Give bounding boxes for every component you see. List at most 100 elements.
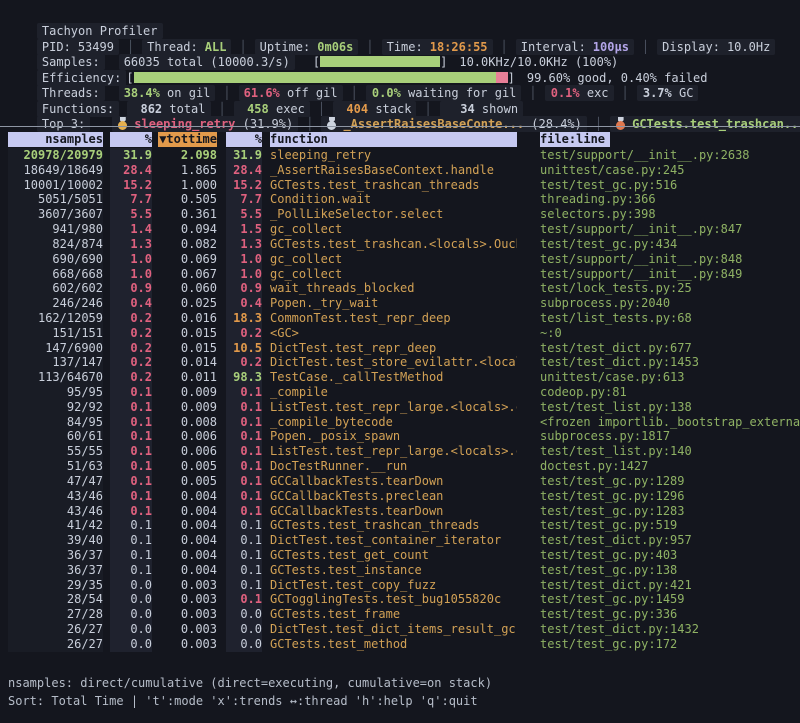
cell-percent-cumulative: 1.0 bbox=[226, 267, 262, 282]
cell-percent-direct: 1.0 bbox=[110, 252, 152, 267]
top3-item: _AssertRaisesBaseConte... (28.4%) bbox=[321, 116, 586, 132]
table-row: 39/400.10.0040.1DictTest.test_container_… bbox=[0, 533, 800, 548]
cell-function: GCCallbackTests.tearDown bbox=[270, 504, 517, 519]
cell-percent-cumulative: 1.3 bbox=[226, 237, 262, 252]
divider: │ bbox=[595, 117, 602, 131]
table-row: 26/270.00.0030.0GCTests.test_methodtest/… bbox=[0, 637, 800, 652]
cell-percent-cumulative: 0.1 bbox=[226, 504, 262, 519]
cell-function: _compile_bytecode bbox=[270, 415, 517, 430]
table-row: 84/950.10.0080.1_compile_bytecode<frozen… bbox=[0, 415, 800, 430]
cell-function: <GC> bbox=[270, 326, 517, 341]
cell-nsamples: 43/46 bbox=[8, 504, 103, 519]
cell-function: Popen._posix_spawn bbox=[270, 429, 517, 444]
cell-percent-direct: 0.1 bbox=[110, 504, 152, 519]
cell-tottime: 0.060 bbox=[158, 281, 217, 296]
cell-percent-cumulative: 10.5 bbox=[226, 341, 262, 356]
column-header-percent-1[interactable]: % bbox=[110, 132, 152, 147]
cell-function: ListTest.test_repr_large.<locals>.check bbox=[270, 444, 517, 459]
table-body: 20978/2097931.92.09831.9sleeping_retryte… bbox=[0, 148, 800, 652]
top3-function-name: sleeping_retry bbox=[134, 117, 235, 131]
cell-percent-direct: 28.4 bbox=[110, 163, 152, 178]
cell-nsamples: 162/12059 bbox=[8, 311, 103, 326]
cell-percent-cumulative: 0.1 bbox=[226, 548, 262, 563]
cell-tottime: 0.094 bbox=[158, 222, 217, 237]
cell-nsamples: 151/151 bbox=[8, 326, 103, 341]
cell-fileline: test/test_gc.py:336 bbox=[540, 607, 800, 622]
cell-nsamples: 246/246 bbox=[8, 296, 103, 311]
table-row: 668/6681.00.0671.0gc_collecttest/support… bbox=[0, 267, 800, 282]
cell-tottime: 0.016 bbox=[158, 311, 217, 326]
cell-percent-cumulative: 0.0 bbox=[226, 607, 262, 622]
cell-fileline: test/test_gc.py:172 bbox=[540, 637, 800, 652]
column-header-function[interactable]: function bbox=[270, 132, 517, 147]
cell-fileline: subprocess.py:1817 bbox=[540, 429, 800, 444]
cell-tottime: 0.009 bbox=[158, 400, 217, 415]
top3-percent: (28.4%) bbox=[524, 117, 582, 131]
cell-tottime: 0.004 bbox=[158, 548, 217, 563]
table-row: 162/120590.20.01618.3CommonTest.test_rep… bbox=[0, 311, 800, 326]
column-header-percent-2[interactable]: % bbox=[226, 132, 262, 147]
table-row: 43/460.10.0040.1GCCallbackTests.tearDown… bbox=[0, 504, 800, 519]
cell-percent-cumulative: 0.1 bbox=[226, 385, 262, 400]
column-header-tottime-sorted[interactable]: ▼tottime bbox=[158, 132, 217, 147]
cell-fileline: test/test_list.py:140 bbox=[540, 444, 800, 459]
cell-nsamples: 41/42 bbox=[8, 518, 103, 533]
cell-nsamples: 60/61 bbox=[8, 429, 103, 444]
cell-percent-direct: 0.1 bbox=[110, 429, 152, 444]
cell-fileline: test/list_tests.py:68 bbox=[540, 311, 800, 326]
cell-function: CommonTest.test_repr_deep bbox=[270, 311, 517, 326]
cell-tottime: 0.361 bbox=[158, 207, 217, 222]
cell-fileline: codeop.py:81 bbox=[540, 385, 800, 400]
cell-tottime: 0.003 bbox=[158, 622, 217, 637]
cell-function: sleeping_retry bbox=[270, 148, 517, 163]
table-row: 246/2460.40.0250.4Popen._try_waitsubproc… bbox=[0, 296, 800, 311]
cell-percent-direct: 0.2 bbox=[110, 341, 152, 356]
cell-tottime: 0.025 bbox=[158, 296, 217, 311]
top3-items: sleeping_retry (31.9%) │ _AssertRaisesBase… bbox=[112, 117, 800, 131]
cell-percent-direct: 0.0 bbox=[110, 622, 152, 637]
gold-medal-icon bbox=[117, 117, 128, 130]
cell-percent-cumulative: 5.5 bbox=[226, 207, 262, 222]
cell-fileline: threading.py:366 bbox=[540, 192, 800, 207]
cell-percent-cumulative: 98.3 bbox=[226, 370, 262, 385]
cell-nsamples: 147/6900 bbox=[8, 341, 103, 356]
cell-function: GCTogglingTests.test_bug1055820c bbox=[270, 592, 517, 607]
cell-nsamples: 84/95 bbox=[8, 415, 103, 430]
cell-fileline: test/test_gc.py:1459 bbox=[540, 592, 800, 607]
table-row: 36/370.10.0040.1GCTests.test_instancetes… bbox=[0, 563, 800, 578]
cell-function: DictTest.test_repr_deep bbox=[270, 341, 517, 356]
table-row: 47/470.10.0050.1GCCallbackTests.tearDown… bbox=[0, 474, 800, 489]
cell-fileline: unittest/case.py:613 bbox=[540, 370, 800, 385]
top3-item: sleeping_retry (31.9%) bbox=[112, 116, 298, 132]
table-row: 602/6020.90.0600.9wait_threads_blockedte… bbox=[0, 281, 800, 296]
cell-tottime: 0.004 bbox=[158, 533, 217, 548]
cell-percent-direct: 0.0 bbox=[110, 592, 152, 607]
column-header-fileline[interactable]: file:line bbox=[540, 132, 610, 147]
column-header-nsamples[interactable]: nsamples bbox=[8, 132, 103, 147]
cell-fileline: selectors.py:398 bbox=[540, 207, 800, 222]
cell-nsamples: 43/46 bbox=[8, 489, 103, 504]
cell-percent-cumulative: 1.0 bbox=[226, 252, 262, 267]
cell-tottime: 0.004 bbox=[158, 563, 217, 578]
cell-nsamples: 668/668 bbox=[8, 267, 103, 282]
cell-tottime: 0.008 bbox=[158, 415, 217, 430]
status-bar: PID:53499│Thread:ALL│Uptime:0m06s│Time:1… bbox=[8, 25, 796, 40]
table-row: 27/280.00.0030.0GCTests.test_frametest/t… bbox=[0, 607, 800, 622]
cell-percent-direct: 0.1 bbox=[110, 444, 152, 459]
cell-tottime: 0.005 bbox=[158, 459, 217, 474]
cell-percent-direct: 0.1 bbox=[110, 400, 152, 415]
cell-nsamples: 92/92 bbox=[8, 400, 103, 415]
cell-function: DictTest.test_copy_fuzz bbox=[270, 578, 517, 593]
threads-row: Threads:38.4% on gil│61.6% off gil│0.0% … bbox=[8, 71, 796, 86]
separator-line bbox=[0, 126, 800, 127]
cell-tottime: 2.098 bbox=[158, 148, 217, 163]
cell-percent-direct: 0.2 bbox=[110, 355, 152, 370]
cell-fileline: test/support/__init__.py:2638 bbox=[540, 148, 800, 163]
cell-tottime: 0.003 bbox=[158, 578, 217, 593]
table-row: 5051/50517.70.5057.7Condition.waitthread… bbox=[0, 192, 800, 207]
table-header: nsamples % ▼tottime % function file:line bbox=[0, 132, 800, 147]
cell-nsamples: 18649/18649 bbox=[8, 163, 103, 178]
cell-nsamples: 28/54 bbox=[8, 592, 103, 607]
cell-tottime: 0.067 bbox=[158, 267, 217, 282]
cell-percent-cumulative: 7.7 bbox=[226, 192, 262, 207]
